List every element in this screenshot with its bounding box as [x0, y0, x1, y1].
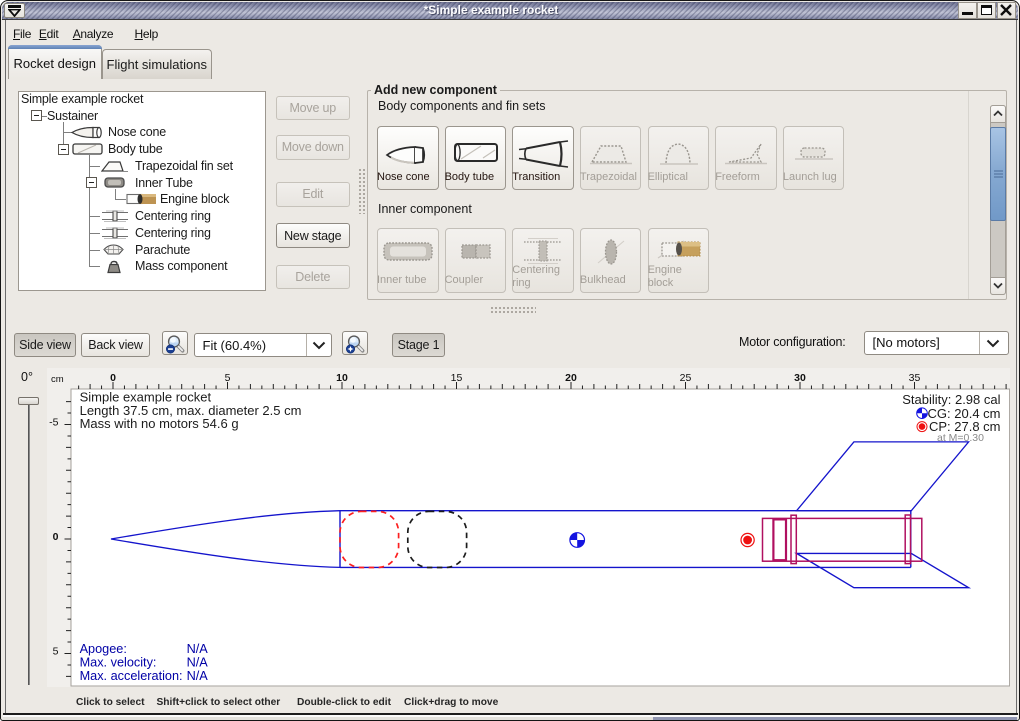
- svg-text:Max. acceleration:: Max. acceleration:: [80, 669, 183, 683]
- svg-text:cm: cm: [51, 374, 64, 385]
- svg-text:10: 10: [336, 372, 348, 384]
- svg-text:-5: -5: [49, 417, 58, 429]
- svg-text:5: 5: [53, 646, 59, 658]
- svg-text:20: 20: [565, 372, 577, 384]
- svg-text:25: 25: [680, 372, 692, 384]
- svg-text:N/A: N/A: [187, 642, 209, 656]
- svg-text:15: 15: [451, 372, 463, 384]
- svg-text:0: 0: [53, 531, 59, 543]
- svg-text:0: 0: [110, 372, 116, 384]
- svg-text:Stability: 2.98 cal: Stability: 2.98 cal: [902, 392, 1000, 407]
- svg-text:35: 35: [909, 372, 921, 384]
- svg-text:Apogee:: Apogee:: [80, 642, 127, 656]
- svg-text:Mass with no motors 54.6 g: Mass with no motors 54.6 g: [80, 416, 239, 431]
- svg-text:at M=0.30: at M=0.30: [937, 432, 984, 444]
- svg-text:30: 30: [794, 372, 806, 384]
- svg-text:N/A: N/A: [187, 656, 209, 670]
- svg-text:5: 5: [225, 372, 231, 384]
- svg-text:N/A: N/A: [187, 669, 209, 683]
- svg-text:Max. velocity:: Max. velocity:: [80, 656, 157, 670]
